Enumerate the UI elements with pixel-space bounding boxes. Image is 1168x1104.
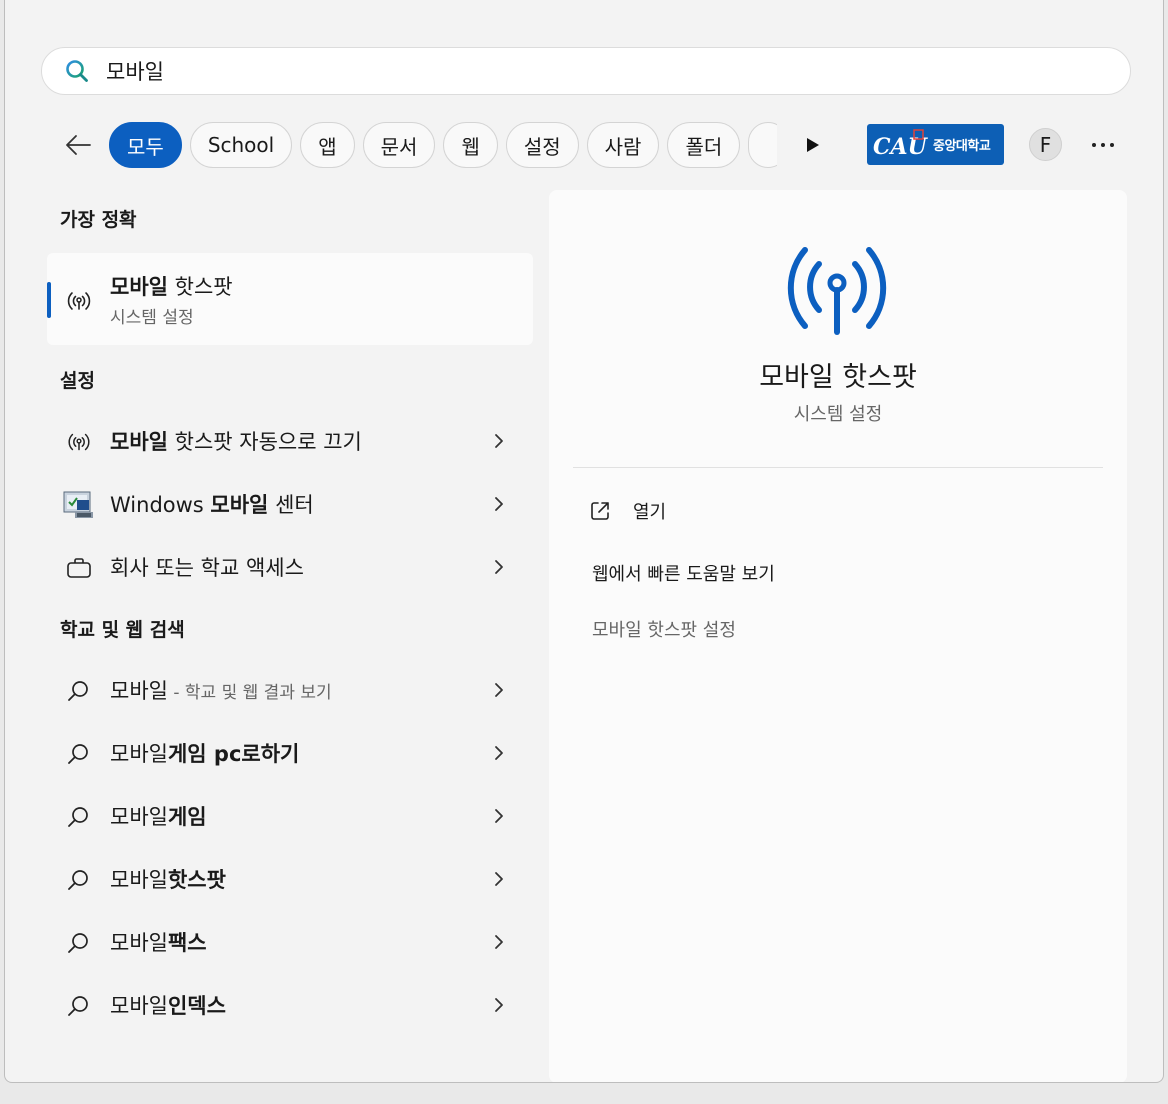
web-search-item[interactable]: 모바일게임 pc로하기 [47, 725, 533, 781]
web-search-item[interactable]: 모바일핫스팟 [47, 851, 533, 907]
web-search-heading: 학교 및 웹 검색 [60, 619, 185, 641]
chevron-right-icon [495, 935, 503, 949]
hotspot-icon [63, 426, 95, 458]
open-label: 열기 [633, 502, 667, 523]
best-match-heading: 가장 정확 [60, 209, 137, 231]
detail-subtitle: 시스템 설정 [793, 404, 883, 425]
search-icon [63, 990, 95, 1022]
settings-item-label: Windows 모바일 센터 [110, 493, 314, 517]
scroll-filters-button[interactable] [801, 132, 825, 158]
svg-text:CAU: CAU [873, 134, 929, 160]
search-icon [63, 738, 95, 770]
web-search-label: 모바일핫스팟 [110, 868, 226, 892]
search-icon [63, 927, 95, 959]
avatar[interactable]: F [1029, 128, 1062, 161]
settings-item-work-school-access[interactable]: 회사 또는 학교 액세스 [47, 539, 533, 595]
settings-item-hotspot-auto-off[interactable]: 모바일 핫스팟 자동으로 끄기 [47, 413, 533, 469]
cau-logo-mark: CAU [873, 129, 929, 160]
search-box[interactable] [41, 47, 1131, 95]
back-button[interactable] [61, 128, 95, 162]
web-search-label: 모바일게임 pc로하기 [110, 742, 300, 766]
chevron-right-icon [495, 497, 503, 511]
web-search-item[interactable]: 모바일팩스 [47, 914, 533, 970]
play-icon [807, 138, 819, 152]
briefcase-icon [63, 552, 95, 584]
chevron-right-icon [495, 809, 503, 823]
detail-title: 모바일 핫스팟 [759, 362, 917, 393]
more-icon [1092, 143, 1114, 147]
search-input[interactable] [106, 59, 1006, 83]
web-search-label: 모바일인덱스 [110, 994, 226, 1018]
detail-panel: 모바일 핫스팟 시스템 설정 열기 웹에서 빠른 도움말 보기 모바일 핫스팟 … [549, 190, 1127, 1082]
settings-heading: 설정 [60, 370, 95, 392]
filter-tabs: 모두 School 앱 문서 웹 설정 사람 폴더 [109, 121, 777, 169]
web-search-label: 모바일게임 [110, 805, 207, 829]
web-search-label: 모바일 - 학교 및 웹 결과 보기 [110, 679, 332, 703]
filter-tab-all[interactable]: 모두 [109, 122, 182, 168]
web-search-label: 모바일팩스 [110, 931, 207, 955]
selection-indicator [47, 282, 51, 318]
filter-tab-more[interactable] [748, 122, 777, 168]
chevron-right-icon [495, 434, 503, 448]
chevron-right-icon [495, 560, 503, 574]
mobility-center-icon [63, 489, 95, 521]
search-icon [63, 801, 95, 833]
chevron-right-icon [495, 872, 503, 886]
organization-logo[interactable]: CAU 중앙대학교 [867, 124, 1004, 165]
best-match-item[interactable]: 모바일 핫스팟 시스템 설정 [47, 253, 533, 345]
organization-name: 중앙대학교 [933, 139, 991, 154]
web-search-item[interactable]: 모바일게임 [47, 788, 533, 844]
best-match-subtitle: 시스템 설정 [110, 308, 194, 328]
divider [573, 467, 1103, 468]
open-external-icon [591, 502, 609, 520]
search-icon [63, 675, 95, 707]
filter-tab-apps[interactable]: 앱 [300, 122, 355, 168]
search-icon [63, 864, 95, 896]
hotspot-icon [787, 247, 887, 335]
open-action[interactable]: 열기 [589, 496, 666, 526]
filter-tab-people[interactable]: 사람 [586, 122, 660, 168]
web-help-link[interactable]: 웹에서 빠른 도움말 보기 [592, 560, 775, 586]
arrow-left-icon [66, 135, 91, 155]
filter-tab-settings[interactable]: 설정 [505, 122, 579, 168]
search-icon [62, 56, 92, 86]
web-search-item[interactable]: 모바일 - 학교 및 웹 결과 보기 [47, 662, 533, 718]
hotspot-icon [67, 292, 91, 310]
start-search-window: 모두 School 앱 문서 웹 설정 사람 폴더 CAU 중앙대학교 F 가장… [4, 0, 1164, 1083]
best-match-title: 모바일 핫스팟 [110, 275, 233, 299]
filter-tab-folders[interactable]: 폴더 [667, 122, 741, 168]
filter-tab-web[interactable]: 웹 [443, 122, 498, 168]
related-setting-link[interactable]: 모바일 핫스팟 설정 [592, 616, 736, 642]
chevron-right-icon [495, 683, 503, 697]
filter-tab-documents[interactable]: 문서 [362, 122, 436, 168]
chevron-right-icon [495, 998, 503, 1012]
settings-item-mobility-center[interactable]: Windows 모바일 센터 [47, 476, 533, 532]
settings-item-label: 모바일 핫스팟 자동으로 끄기 [110, 430, 362, 454]
chevron-right-icon [495, 746, 503, 760]
more-options-button[interactable] [1087, 134, 1119, 156]
settings-item-label: 회사 또는 학교 액세스 [110, 556, 304, 580]
web-search-item[interactable]: 모바일인덱스 [47, 977, 533, 1033]
filter-tab-school[interactable]: School [189, 122, 293, 168]
